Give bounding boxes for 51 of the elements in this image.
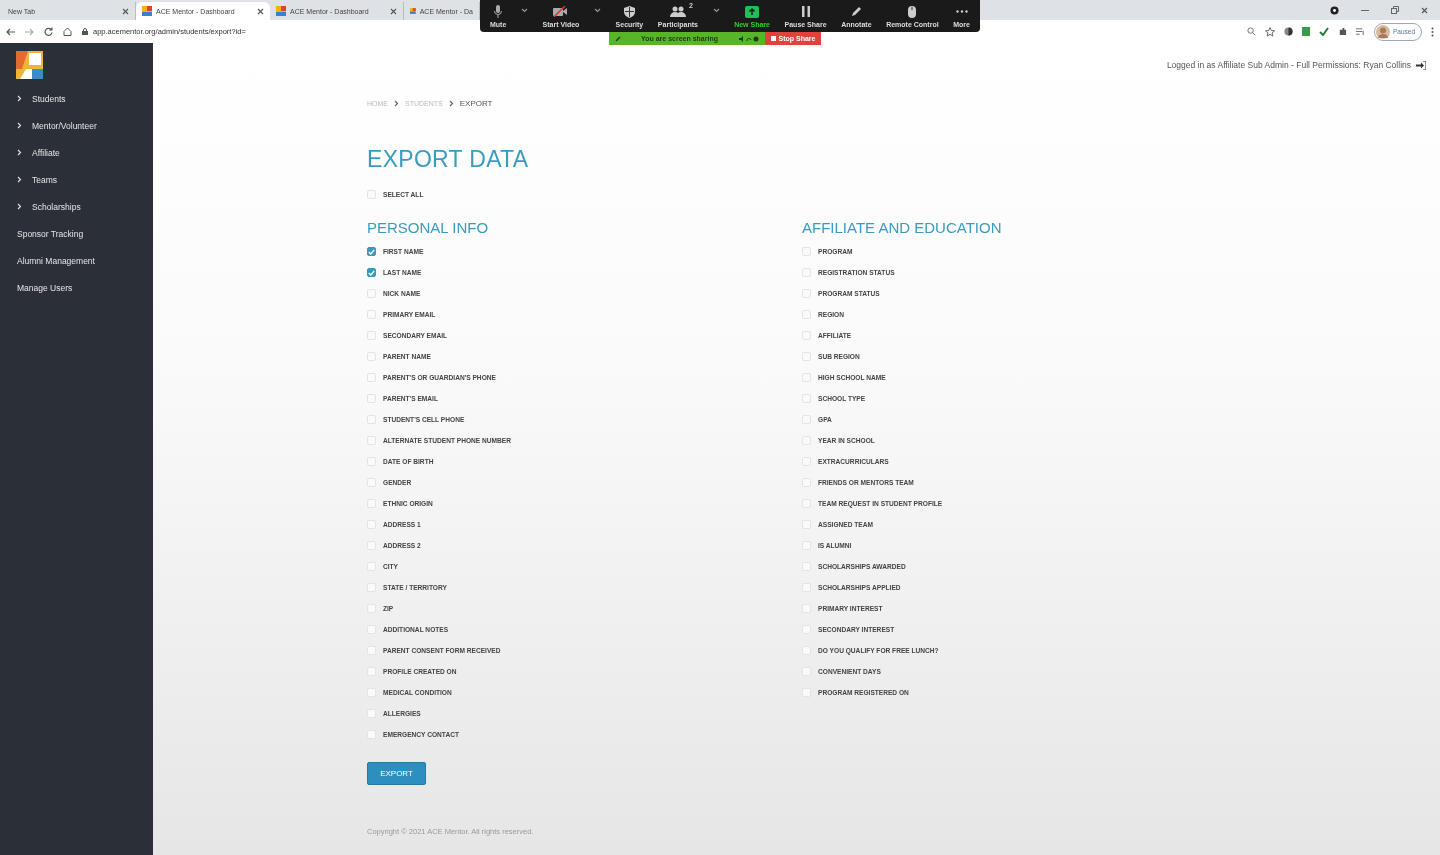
star-icon[interactable] — [1264, 26, 1275, 37]
close-icon[interactable] — [122, 7, 129, 15]
playlist-icon[interactable] — [1355, 27, 1365, 36]
people-icon — [669, 6, 686, 17]
sidebar-item[interactable]: Teams — [0, 166, 153, 193]
sidebar-item[interactable]: Mentor/Volunteer — [0, 112, 153, 139]
more-icon — [955, 10, 968, 13]
restore-icon[interactable] — [1391, 6, 1399, 14]
forward-icon[interactable] — [25, 27, 34, 36]
microphone-icon — [494, 5, 503, 18]
avatar-icon — [1375, 24, 1390, 39]
sidebar-item[interactable]: Sponsor Tracking — [0, 220, 153, 247]
breadcrumb-current: EXPORT — [459, 98, 493, 108]
shield-icon — [623, 5, 635, 18]
close-icon[interactable] — [257, 7, 264, 15]
caret-icon[interactable] — [520, 8, 528, 13]
logo-icon — [16, 51, 43, 79]
zoom-icon[interactable] — [1246, 27, 1256, 36]
caret-icon[interactable] — [712, 8, 720, 13]
checkbox[interactable] — [367, 247, 376, 256]
section-heading: PERSONAL INFO — [367, 219, 490, 237]
video-off-icon — [553, 6, 569, 17]
menu-icon[interactable] — [1431, 26, 1434, 37]
chevron-icon — [394, 99, 399, 107]
close-icon[interactable] — [1421, 6, 1428, 14]
export-button[interactable]: EXPORT — [367, 762, 426, 785]
sidebar-item[interactable]: Alumni Management — [0, 247, 153, 274]
chevron-icon — [448, 99, 454, 107]
back-icon[interactable] — [6, 27, 15, 36]
sidebar-item[interactable]: Manage Users — [0, 274, 153, 301]
sidebar-item[interactable]: Scholarships — [0, 193, 153, 220]
mouse-icon — [908, 5, 917, 18]
close-icon[interactable] — [390, 7, 397, 15]
checkbox[interactable] — [367, 268, 376, 277]
section-heading: AFFILIATE AND EDUCATION — [802, 219, 1003, 237]
extension-icon[interactable] — [1283, 27, 1293, 36]
sidebar-item[interactable]: Students — [0, 85, 153, 112]
logout-icon[interactable] — [1416, 60, 1426, 70]
check-icon[interactable] — [1318, 27, 1329, 36]
sidebar-item[interactable]: Affiliate — [0, 139, 153, 166]
caret-icon[interactable] — [594, 8, 601, 13]
status-icons-drawing — [738, 35, 759, 42]
lock-icon — [82, 28, 88, 35]
pencil-icon — [850, 6, 862, 17]
login-info: Logged in as Affiliate Sub Admin - Full Permissions: Ryan Collins — [1166, 60, 1411, 70]
pause-icon — [801, 6, 810, 17]
home-icon[interactable] — [63, 27, 72, 36]
share-icon — [745, 5, 760, 18]
reload-icon[interactable] — [44, 27, 53, 36]
extension-icon[interactable] — [1330, 5, 1339, 15]
page-title: EXPORT DATA — [367, 146, 530, 174]
